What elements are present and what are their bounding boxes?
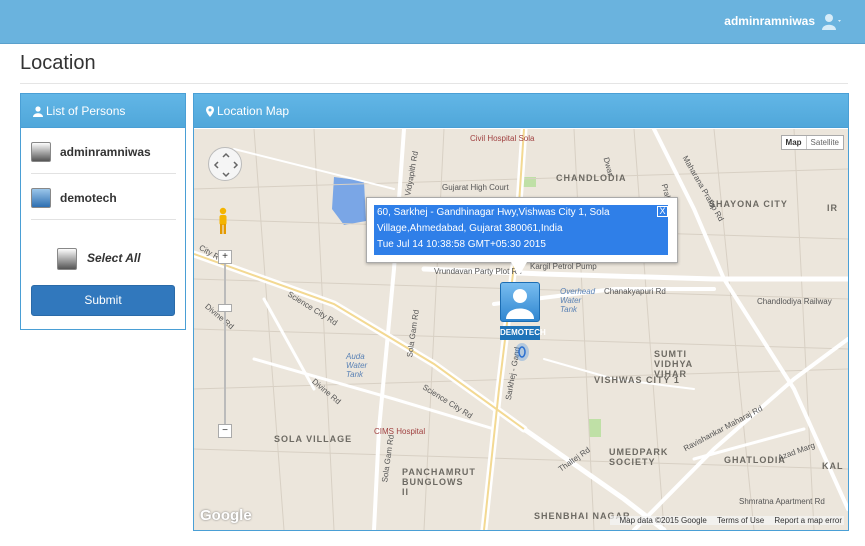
- title-divider: [20, 83, 848, 84]
- map-label: Chanakyapuri Rd: [604, 287, 666, 296]
- map-footer: Map data ©2015 Google Terms of Use Repor…: [609, 516, 844, 525]
- user-avatar-icon: [506, 289, 534, 319]
- report-map-error-link[interactable]: Report a map error: [774, 516, 842, 525]
- person-item-adminramniwas[interactable]: adminramniwas: [31, 130, 176, 174]
- user-icon[interactable]: [821, 12, 843, 32]
- map-label: PANCHAMRUT BUNGLOWS II: [402, 467, 476, 497]
- map-label: Overhead Water Tank: [560, 287, 596, 314]
- google-logo: Google: [200, 507, 252, 524]
- page-title: Location: [20, 52, 96, 74]
- map-label: Chandlodiya Railway: [757, 297, 832, 306]
- zoom-in-button[interactable]: +: [218, 250, 232, 264]
- map-panel: Location Map Civil Hospital Sola Gujarat…: [193, 93, 849, 531]
- marker-label: DEMOTECH: [500, 326, 546, 340]
- user-icon: [33, 106, 43, 117]
- select-all-checkbox[interactable]: [57, 248, 77, 270]
- person-marker[interactable]: [500, 282, 540, 322]
- map-label: Shmratna Apartment Rd: [739, 497, 825, 506]
- map-label: GHATLODIA: [724, 455, 786, 465]
- person-name: demotech: [60, 191, 117, 205]
- info-window: 60, Sarkhej - Gandhinagar Hwy,Vishwas Ci…: [366, 197, 678, 276]
- map-label: CIMS Hospital: [374, 427, 426, 436]
- pegman-icon[interactable]: [217, 207, 229, 235]
- map-type-control: Map Satellite: [780, 135, 844, 150]
- map-label: KAL: [822, 461, 844, 471]
- map-label: Civil Hospital Sola: [470, 134, 535, 143]
- person-name: adminramniwas: [60, 145, 151, 159]
- map-label: Vrundavan Party Plot Rd: [434, 267, 522, 276]
- persons-panel: List of Persons adminramniwas demotech S…: [20, 93, 186, 330]
- map-label: IR: [827, 203, 838, 213]
- google-map[interactable]: Civil Hospital Sola Gujarat High Court C…: [194, 129, 848, 530]
- map-label: VISHWAS CITY 1: [594, 375, 680, 385]
- map-label: Gujarat High Court: [442, 183, 509, 192]
- persons-panel-title: List of Persons: [46, 104, 126, 118]
- location-pin-icon[interactable]: [514, 341, 530, 363]
- info-window-tail: [511, 262, 527, 276]
- select-all-label[interactable]: Select All: [87, 251, 141, 265]
- map-type-satellite-button[interactable]: Satellite: [805, 136, 843, 149]
- info-address-line: 60, Sarkhej - Gandhinagar Hwy,Vishwas Ci…: [377, 207, 610, 218]
- map-data-attribution: Map data ©2015 Google: [619, 516, 707, 525]
- map-label: CHANDLODIA: [556, 173, 627, 183]
- submit-button[interactable]: Submit: [31, 285, 175, 316]
- info-window-close-button[interactable]: X: [657, 206, 668, 217]
- map-marker-icon: [206, 106, 214, 117]
- map-type-map-button[interactable]: Map: [782, 136, 806, 149]
- terms-of-use-link[interactable]: Terms of Use: [717, 516, 764, 525]
- zoom-slider-track[interactable]: [224, 256, 226, 431]
- zoom-slider-handle[interactable]: [218, 304, 232, 312]
- info-window-content: 60, Sarkhej - Gandhinagar Hwy,Vishwas Ci…: [374, 205, 668, 255]
- info-timestamp: Tue Jul 14 10:38:58 GMT+05:30 2015: [377, 239, 546, 250]
- person-checkbox[interactable]: [31, 188, 51, 208]
- map-label: SOLA VILLAGE: [274, 434, 353, 444]
- map-label: SHAYONA CITY: [709, 199, 788, 209]
- info-address-line: Village,Ahmedabad, Gujarat 380061,India: [377, 223, 563, 234]
- person-item-demotech[interactable]: demotech: [31, 176, 176, 220]
- top-navbar: adminramniwas: [0, 0, 865, 44]
- map-panel-header: Location Map: [194, 94, 848, 128]
- map-label: UMEDPARK SOCIETY: [609, 447, 669, 467]
- persons-panel-header: List of Persons: [21, 94, 185, 128]
- map-panel-title: Location Map: [217, 104, 290, 118]
- zoom-out-button[interactable]: −: [218, 424, 232, 438]
- map-label: Auda Water Tank: [346, 352, 368, 379]
- pan-control[interactable]: [208, 147, 242, 181]
- pan-arrows-icon: [213, 152, 239, 178]
- map-label: Kargil Petrol Pump: [530, 262, 597, 271]
- person-checkbox[interactable]: [31, 142, 51, 162]
- username-label[interactable]: adminramniwas: [724, 14, 815, 28]
